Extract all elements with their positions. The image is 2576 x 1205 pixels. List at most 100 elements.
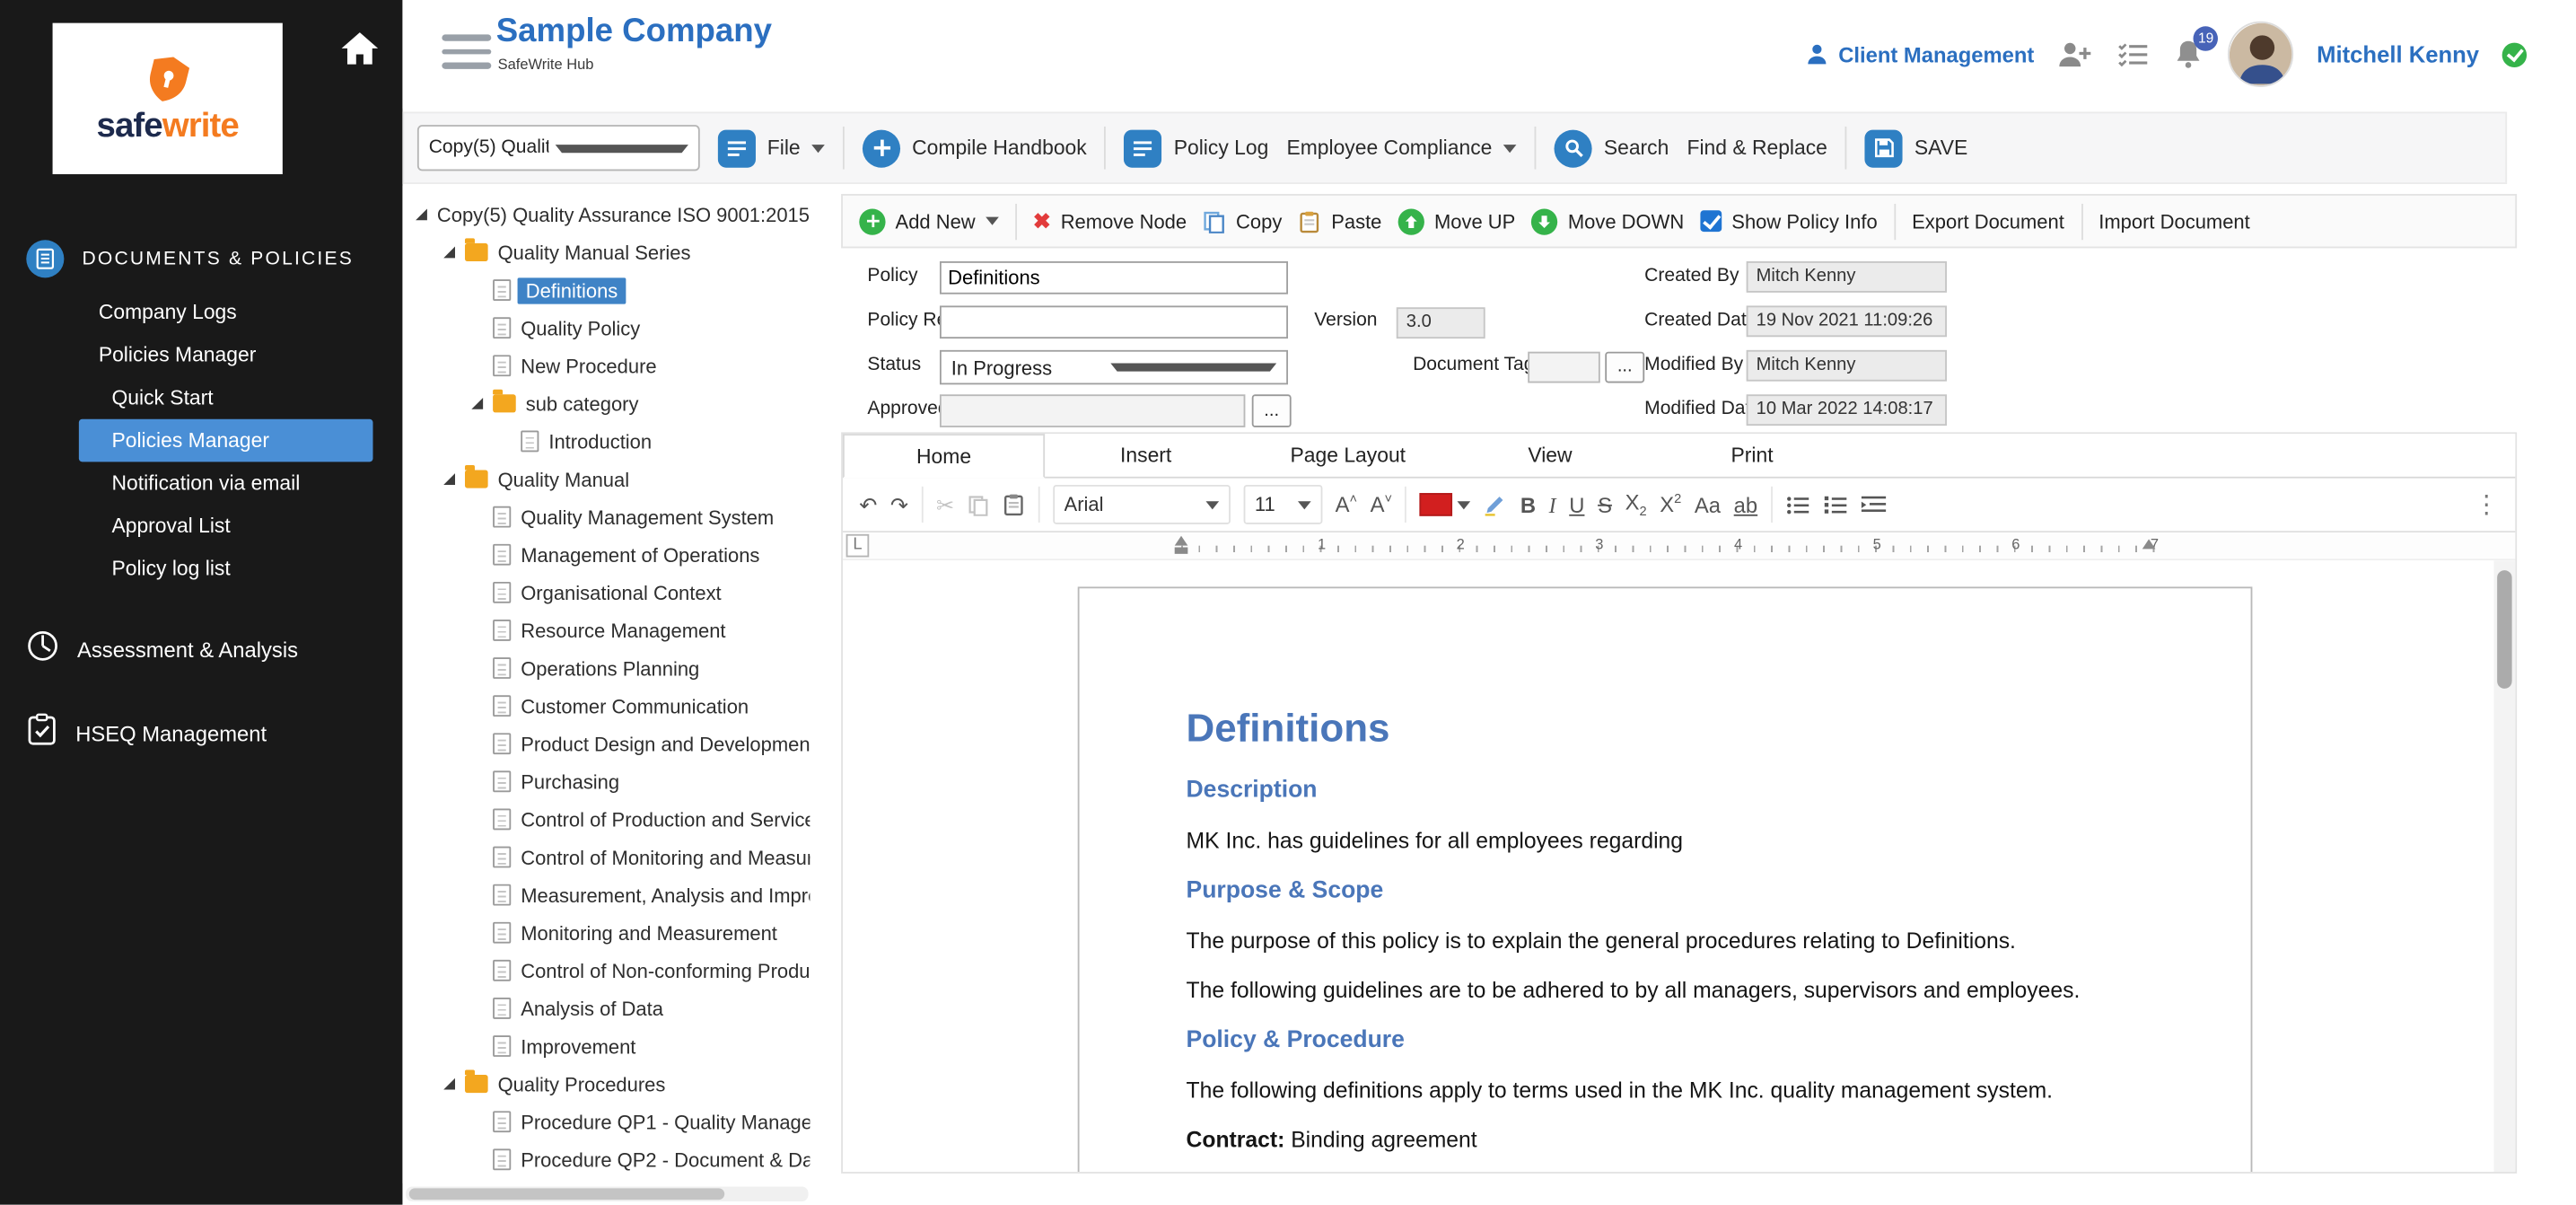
search-button[interactable]: Search (1554, 128, 1669, 167)
change-case-button[interactable]: Aa (1695, 494, 1721, 515)
font-family-select[interactable]: Arial (1052, 484, 1231, 524)
move-up-button[interactable]: Move UP (1398, 207, 1515, 234)
vertical-scrollbar[interactable] (2493, 560, 2516, 1173)
tree-row[interactable]: Introduction (402, 422, 810, 460)
tree-row[interactable]: Copy(5) Quality Assurance ISO 9001:2015 (402, 196, 810, 233)
document-tag-input[interactable] (1528, 351, 1600, 383)
tree-row[interactable]: Monitoring and Measurement (402, 914, 810, 952)
bullet-list-icon[interactable] (1785, 494, 1809, 515)
bold-button[interactable]: B (1520, 494, 1536, 515)
notifications-bell-icon[interactable]: 19 (2172, 26, 2219, 71)
tab-stop-selector[interactable]: L (846, 533, 870, 558)
hamburger-menu-icon[interactable] (442, 34, 492, 76)
cut-icon[interactable]: ✂ (936, 494, 954, 515)
decrease-font-icon[interactable]: A˅ (1371, 493, 1392, 516)
add-user-icon[interactable] (2057, 40, 2093, 69)
tree-row[interactable]: Control of Non-conforming Produc (402, 952, 810, 990)
more-options-icon[interactable]: ⋮ (2475, 489, 2499, 519)
tree-row[interactable]: Purchasing (402, 762, 810, 800)
sidebar-item-documents-policies[interactable]: DOCUMENTS & POLICIES (0, 227, 402, 291)
tree-row[interactable]: Procedure QP2 - Document & Dat (402, 1140, 810, 1178)
tree-horizontal-scrollbar[interactable] (406, 1186, 809, 1201)
document-tag-browse-button[interactable]: ... (1605, 351, 1645, 383)
tree-row[interactable]: Control of Monitoring and Measuri (402, 838, 810, 875)
left-indent-marker[interactable] (1174, 535, 1188, 546)
find-replace-button[interactable]: Find & Replace (1687, 136, 1827, 160)
compile-handbook-button[interactable]: Compile Handbook (863, 128, 1087, 167)
tree-row[interactable]: Measurement, Analysis and Impro (402, 876, 810, 914)
tree-expander-icon[interactable] (416, 208, 427, 221)
undo-icon[interactable]: ↶ (859, 494, 877, 515)
avatar[interactable] (2228, 21, 2294, 88)
home-button[interactable] (337, 26, 382, 72)
tree-row[interactable]: Quality Manual (402, 460, 810, 497)
increase-font-icon[interactable]: A˄ (1336, 493, 1357, 516)
tree-row[interactable]: Quality Policy (402, 309, 810, 347)
policy-log-button[interactable]: Policy Log (1124, 128, 1268, 167)
scrollbar-thumb[interactable] (2497, 570, 2512, 689)
sidebar-item-assessment-analysis[interactable]: Assessment & Analysis (0, 616, 402, 683)
tree-row[interactable]: Organisational Context (402, 574, 810, 611)
right-indent-marker[interactable] (2142, 539, 2156, 550)
paste-button[interactable]: Paste (1299, 209, 1381, 233)
editor-tab-home[interactable]: Home (842, 434, 1046, 479)
tree-row[interactable]: Customer Communication (402, 687, 810, 725)
tree-row[interactable]: Analysis of Data (402, 990, 810, 1027)
tree-row[interactable]: Management of Operations (402, 536, 810, 574)
tree-row[interactable]: sub category (402, 384, 810, 422)
copy-icon[interactable] (968, 494, 989, 515)
tree-row[interactable]: Procedure QP1 - Quality Manager (402, 1103, 810, 1140)
tree-expander-icon[interactable] (443, 246, 456, 259)
tree-row[interactable]: Control of Production and Service (402, 800, 810, 838)
policy-ref-input[interactable] (939, 305, 1288, 339)
document-page[interactable]: Definitions Description MK Inc. has guidel… (1077, 586, 2253, 1173)
font-color-button[interactable] (1420, 493, 1471, 516)
indent-icon[interactable] (1861, 494, 1886, 515)
tree-expander-icon[interactable] (443, 473, 456, 485)
underline-button[interactable]: U (1569, 494, 1584, 515)
paste-icon[interactable] (1002, 493, 1025, 516)
numbered-list-icon[interactable] (1823, 494, 1847, 515)
tree-row[interactable]: Quality Procedures (402, 1065, 810, 1103)
scrollbar-thumb[interactable] (408, 1188, 725, 1201)
tree-row[interactable]: Quality Manual Series (402, 233, 810, 271)
spellcheck-button[interactable]: ab (1734, 494, 1757, 515)
subscript-button[interactable]: X2 (1625, 491, 1647, 518)
client-management-link[interactable]: Client Management (1806, 42, 2034, 66)
file-button[interactable]: File (717, 128, 826, 167)
user-name[interactable]: Mitchell Kenny (2317, 41, 2479, 67)
left-margin-marker[interactable] (1174, 547, 1188, 554)
highlight-icon[interactable] (1485, 493, 1508, 516)
sidebar-item-hseq-management[interactable]: HSEQ Management (0, 700, 402, 768)
tree-row[interactable]: Quality Management System (402, 498, 810, 536)
superscript-button[interactable]: X2 (1660, 493, 1681, 515)
strikethrough-button[interactable]: S (1598, 494, 1612, 515)
copy-button[interactable]: Copy (1203, 209, 1282, 233)
show-policy-info-toggle[interactable]: Show Policy Info (1700, 209, 1878, 233)
add-new-button[interactable]: Add New (859, 207, 999, 234)
move-down-button[interactable]: Move DOWN (1531, 207, 1684, 234)
export-document-button[interactable]: Export Document (1912, 209, 2064, 233)
show-policy-info-checkbox[interactable] (1700, 210, 1722, 233)
editor-tab-view[interactable]: View (1449, 434, 1651, 477)
employee-compliance-dropdown[interactable]: Employee Compliance (1286, 136, 1517, 160)
tree-row[interactable]: New Procedure (402, 347, 810, 384)
sidebar-item[interactable]: Policies Manager (0, 334, 402, 377)
document-select[interactable]: Copy(5) Quality Assurance ISO 9001:2015 (416, 125, 700, 172)
sidebar-item[interactable]: Company Logs (0, 291, 402, 334)
tree-row[interactable]: Improvement (402, 1027, 810, 1065)
import-document-button[interactable]: Import Document (2098, 209, 2249, 233)
checklist-icon[interactable] (2116, 41, 2150, 67)
editor-tab-insert[interactable]: Insert (1045, 434, 1247, 477)
approved-by-input[interactable] (939, 394, 1246, 427)
sidebar-item[interactable]: Quick Start (0, 376, 402, 419)
sidebar-item[interactable]: Approval List (0, 505, 402, 548)
tree-row[interactable]: Product Design and Development (402, 725, 810, 762)
tree-expander-icon[interactable] (443, 1077, 456, 1090)
editor-tab-print[interactable]: Print (1652, 434, 1853, 477)
tree-row[interactable]: Definitions (402, 271, 810, 309)
status-select[interactable]: In Progress (939, 349, 1288, 385)
sidebar-item[interactable]: Policies Manager (78, 418, 373, 462)
italic-button[interactable]: I (1549, 494, 1556, 515)
sidebar-item[interactable]: Policy log list (0, 548, 402, 591)
